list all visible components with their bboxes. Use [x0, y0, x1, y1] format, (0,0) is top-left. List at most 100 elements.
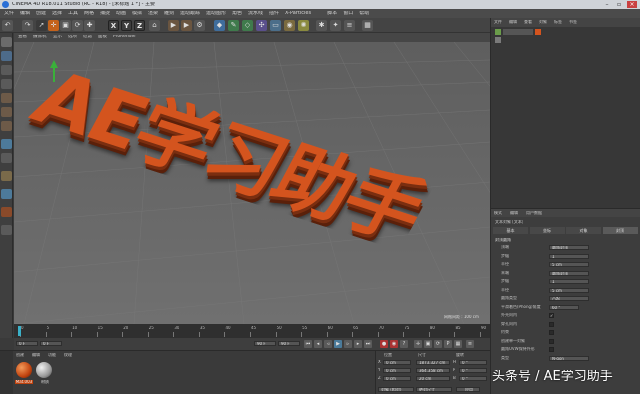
attribute-tab[interactable]: 对象: [566, 227, 601, 234]
menu-item[interactable]: 角色: [232, 11, 242, 16]
menu-item[interactable]: 网格: [84, 11, 94, 16]
attribute-field[interactable]: 60 °: [549, 304, 579, 310]
viewport-menu-item[interactable]: 过滤: [83, 35, 92, 40]
select-icon[interactable]: ➚: [36, 20, 47, 31]
polygons-mode-icon[interactable]: [1, 121, 12, 131]
plugin-icon[interactable]: ✦: [330, 20, 341, 31]
viewport-menu-item[interactable]: 查看: [18, 35, 27, 40]
floor-icon[interactable]: ▭: [270, 20, 281, 31]
render-settings-icon[interactable]: ⚙: [194, 20, 205, 31]
play-icon[interactable]: ▶: [334, 340, 342, 348]
coord-rotation-field[interactable]: 0 °: [459, 360, 487, 365]
close-icon[interactable]: ×: [627, 1, 637, 8]
menu-item[interactable]: 运动图形: [206, 11, 226, 16]
script-icon[interactable]: ≡: [344, 20, 355, 31]
material-tag-icon[interactable]: [535, 29, 541, 35]
coord-rotation-field[interactable]: 0 °: [459, 376, 487, 381]
camera-icon[interactable]: ◉: [284, 20, 295, 31]
redo-icon[interactable]: ↷: [22, 20, 33, 31]
coord-position-field[interactable]: 0 cm: [383, 368, 411, 373]
current-frame-field[interactable]: 0 F: [40, 341, 62, 346]
subdivision-icon[interactable]: ◇: [242, 20, 253, 31]
object-menu-item[interactable]: 对象: [539, 20, 547, 24]
menu-item[interactable]: 流水线: [248, 11, 263, 16]
object-menu-item[interactable]: 查看: [524, 20, 532, 24]
autokey-icon[interactable]: ◉: [390, 340, 398, 348]
undo-icon[interactable]: ↶: [2, 20, 13, 31]
timeline[interactable]: 0 5 10 15 20 25 30 35 40 45 50 55 60 65 70 75 80 85 90: [14, 324, 490, 338]
menu-item[interactable]: 捕捉: [100, 11, 110, 16]
attribute-field[interactable]: 5 cm: [549, 287, 589, 293]
axis-mode-icon[interactable]: [1, 139, 12, 149]
menu-item[interactable]: 窗口: [343, 11, 353, 16]
coord-mode-select[interactable]: 对象 (相对): [378, 387, 414, 392]
points-mode-icon[interactable]: [1, 93, 12, 103]
attribute-field[interactable]: 圆角封顶: [549, 270, 589, 276]
menu-item[interactable]: 工具: [68, 11, 78, 16]
scale-icon[interactable]: ▣: [60, 20, 71, 31]
menu-item[interactable]: 动画: [116, 11, 126, 16]
viewport[interactable]: AE学习助手 网格间距 : 100 cm: [14, 42, 490, 324]
material-menu-item[interactable]: 纹理: [64, 353, 72, 357]
coord-system-icon[interactable]: ⌂: [149, 20, 160, 31]
end-frame-field[interactable]: 90 F: [254, 341, 276, 346]
attribute-field[interactable]: N-gon: [549, 355, 589, 361]
workplane-icon[interactable]: [1, 79, 12, 89]
attribute-field[interactable]: 1: [549, 253, 589, 259]
recent-tool-icon[interactable]: ✚: [84, 20, 95, 31]
axis-z-button[interactable]: Z: [134, 20, 145, 31]
menu-item[interactable]: 创建: [36, 11, 46, 16]
minimize-icon[interactable]: –: [602, 1, 612, 8]
menu-item[interactable]: 渲染: [148, 11, 158, 16]
coord-rotation-field[interactable]: 0 °: [459, 368, 487, 373]
go-to-end-icon[interactable]: ⏭: [364, 340, 372, 348]
menu-item[interactable]: 运动跟踪: [180, 11, 200, 16]
size-mode-select[interactable]: 绝对尺寸: [416, 387, 452, 392]
attribute-menu-item[interactable]: 模式: [494, 211, 502, 215]
keyframe-selection-icon[interactable]: ?: [400, 340, 408, 348]
attribute-checkbox[interactable]: [549, 321, 554, 327]
record-icon[interactable]: ●: [380, 340, 388, 348]
render-picture-viewer-icon[interactable]: ▶: [181, 20, 192, 31]
start-frame-field[interactable]: 0 F: [16, 341, 38, 346]
attribute-tab[interactable]: 封顶: [602, 227, 638, 234]
go-to-start-icon[interactable]: ⏮: [304, 340, 312, 348]
cube-icon[interactable]: ◆: [214, 20, 225, 31]
attribute-field[interactable]: 凸起: [549, 296, 589, 301]
rotate-icon[interactable]: ⟳: [72, 20, 83, 31]
object-row-text[interactable]: [503, 29, 533, 35]
menu-item[interactable]: 脚本: [327, 11, 337, 16]
layout-icon[interactable]: ▦: [362, 20, 373, 31]
material-menu-item[interactable]: 编辑: [32, 353, 40, 357]
viewport-menu-item[interactable]: 显示: [53, 35, 62, 40]
next-frame-icon[interactable]: ▹: [344, 340, 352, 348]
coord-size-field[interactable]: 364.358 cm: [416, 368, 450, 373]
xparticles-icon[interactable]: ✱: [316, 20, 327, 31]
menu-item[interactable]: 文件: [4, 11, 14, 16]
timeline-menu-icon[interactable]: ≡: [466, 340, 474, 348]
menu-item[interactable]: 雕刻: [164, 11, 174, 16]
quantize-icon[interactable]: [1, 189, 12, 199]
texture-mode-icon[interactable]: [1, 65, 12, 75]
snap-icon[interactable]: [1, 171, 12, 181]
attribute-field[interactable]: 5 cm: [549, 262, 589, 267]
material-menu-item[interactable]: 功能: [48, 353, 56, 357]
pen-spline-icon[interactable]: ✎: [228, 20, 239, 31]
prev-frame-icon[interactable]: ◃: [324, 340, 332, 348]
viewport-menu-item[interactable]: ProRender: [113, 35, 136, 40]
solo-icon[interactable]: [1, 225, 12, 235]
attribute-checkbox[interactable]: [549, 330, 554, 335]
attribute-field[interactable]: 1: [549, 279, 589, 284]
menu-item[interactable]: 选择: [52, 11, 62, 16]
edges-mode-icon[interactable]: [1, 107, 12, 117]
rotation-key-icon[interactable]: ⟳: [434, 340, 442, 348]
attribute-checkbox[interactable]: [549, 338, 554, 344]
viewport-menu-item[interactable]: 选项: [68, 35, 77, 40]
menu-item[interactable]: 模拟: [132, 11, 142, 16]
menu-item[interactable]: 插件: [269, 11, 279, 16]
apply-button[interactable]: 应用: [456, 387, 480, 392]
coord-position-field[interactable]: 0 cm: [383, 376, 411, 381]
material-swatch-default[interactable]: [36, 362, 52, 378]
preview-end-field[interactable]: 90 F: [278, 341, 300, 346]
model-mode-icon[interactable]: [1, 51, 12, 61]
